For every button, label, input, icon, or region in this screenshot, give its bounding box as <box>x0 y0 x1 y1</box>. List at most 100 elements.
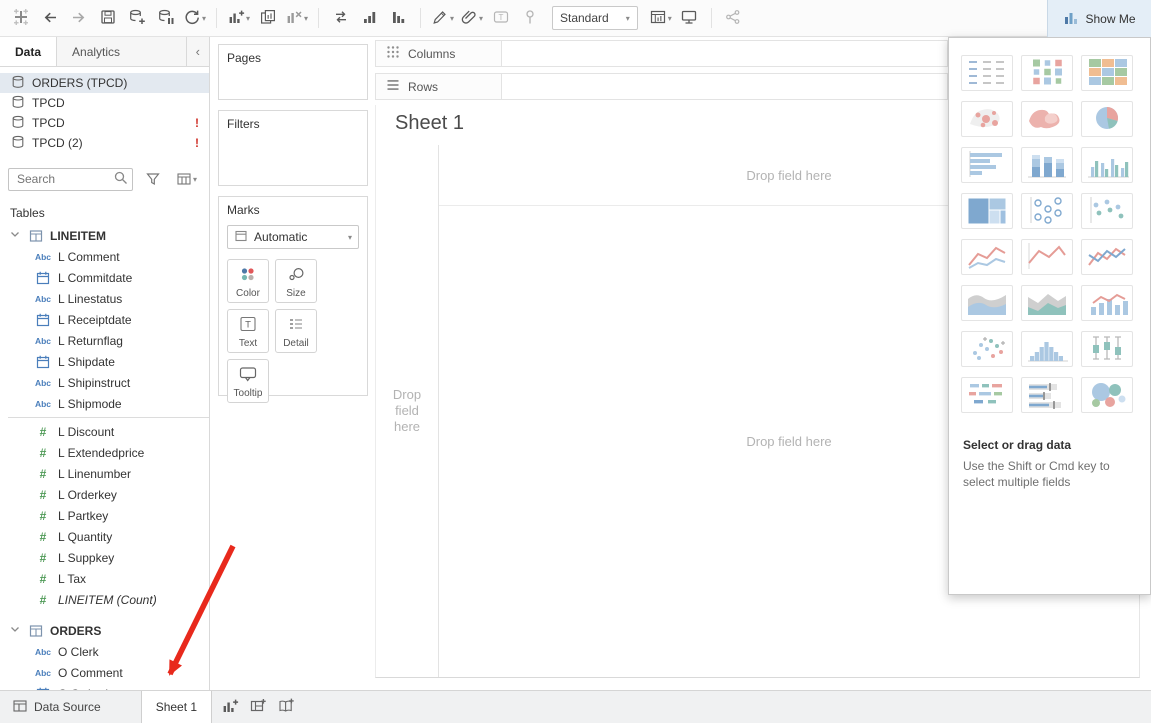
field-item[interactable]: #L Extendedprice <box>0 442 209 463</box>
filters-card[interactable]: Filters <box>218 110 368 186</box>
pages-card[interactable]: Pages <box>218 44 368 100</box>
sheet1-tab[interactable]: Sheet 1 <box>141 691 212 723</box>
showme-discrete-area[interactable] <box>1021 285 1073 321</box>
marks-text-button[interactable]: TText <box>227 309 269 353</box>
showme-dual-combination[interactable] <box>1081 285 1133 321</box>
showme-heat-map[interactable] <box>1021 55 1073 91</box>
swap-rows-columns-button[interactable] <box>328 4 353 32</box>
field-item[interactable]: #L Quantity <box>0 526 209 547</box>
showme-highlight-table[interactable] <box>1081 55 1133 91</box>
showme-circle-views[interactable] <box>1021 193 1073 229</box>
field-item[interactable]: #LINEITEM (Count) <box>0 589 209 610</box>
marks-tooltip-button[interactable]: Tooltip <box>227 359 269 403</box>
fix-axes-button[interactable] <box>517 4 542 32</box>
marks-size-button[interactable]: Size <box>275 259 317 303</box>
field-item[interactable]: AbcO Clerk <box>0 641 209 662</box>
showme-text-table[interactable] <box>961 55 1013 91</box>
undo-button[interactable] <box>37 4 62 32</box>
show-mark-labels-button[interactable]: T <box>488 4 513 32</box>
duplicate-button[interactable] <box>255 4 280 32</box>
field-item[interactable]: L Commitdate <box>0 267 209 288</box>
pause-auto-updates-button[interactable] <box>153 4 178 32</box>
showme-side-by-side-bars[interactable] <box>1081 147 1133 183</box>
tableau-logo-button[interactable] <box>8 4 33 32</box>
new-data-source-button[interactable] <box>124 4 149 32</box>
field-item[interactable]: #L Discount <box>0 421 209 442</box>
showme-gantt[interactable] <box>961 377 1013 413</box>
mark-type-dropdown[interactable]: Automatic ▾ <box>227 225 359 249</box>
showme-horizontal-bars[interactable] <box>961 147 1013 183</box>
field-item[interactable]: #L Suppkey <box>0 547 209 568</box>
tab-analytics[interactable]: Analytics <box>57 37 187 66</box>
highlight-button[interactable]: ▾ <box>430 4 455 32</box>
new-worksheet-button[interactable] <box>216 691 244 723</box>
clear-sheet-button[interactable]: ▾ <box>284 4 309 32</box>
expand-caret-icon[interactable] <box>8 227 22 244</box>
datasource-item[interactable]: TPCD! <box>0 113 209 133</box>
showme-packed-bubbles[interactable] <box>1081 377 1133 413</box>
field-item[interactable]: # L Orderkey <box>0 484 209 505</box>
field-label: L Orderkey <box>58 488 117 502</box>
columns-icon <box>385 44 401 63</box>
marks-color-button[interactable]: Color <box>227 259 269 303</box>
field-item[interactable]: AbcL Comment <box>0 246 209 267</box>
showme-discrete-lines[interactable] <box>1021 239 1073 275</box>
show-hide-cards-button[interactable]: ▾ <box>648 4 673 32</box>
group-members-button[interactable]: ▾ <box>459 4 484 32</box>
drop-zone-left[interactable]: Drop field here <box>376 145 438 677</box>
columns-shelf[interactable]: Columns <box>375 40 948 67</box>
fit-dropdown[interactable]: Standard▾ <box>552 6 638 30</box>
search-box[interactable] <box>8 168 133 191</box>
sort-ascending-button[interactable] <box>357 4 382 32</box>
share-button[interactable] <box>721 4 746 32</box>
showme-continuous-area[interactable] <box>961 285 1013 321</box>
field-item[interactable]: O Orderdate <box>0 683 209 690</box>
marks-detail-button[interactable]: Detail <box>275 309 317 353</box>
number-field-icon: # <box>32 488 54 502</box>
field-item[interactable]: L Shipdate <box>0 351 209 372</box>
rows-shelf[interactable]: Rows <box>375 73 948 100</box>
showme-histogram[interactable] <box>1021 331 1073 367</box>
expand-caret-icon[interactable] <box>8 622 22 639</box>
search-input[interactable] <box>15 171 113 187</box>
showme-side-by-side-circles[interactable] <box>1081 193 1133 229</box>
datasource-item[interactable]: TPCD <box>0 93 209 113</box>
showme-treemap[interactable] <box>961 193 1013 229</box>
showme-scatter-plot[interactable] <box>961 331 1013 367</box>
field-item[interactable]: L Receiptdate <box>0 309 209 330</box>
field-item[interactable]: AbcL Linestatus <box>0 288 209 309</box>
data-source-tab[interactable]: Data Source <box>0 691 113 723</box>
field-item[interactable]: AbcL Returnflag <box>0 330 209 351</box>
redo-button[interactable] <box>66 4 91 32</box>
field-item[interactable]: AbcO Comment <box>0 662 209 683</box>
run-update-button[interactable]: ▾ <box>182 4 207 32</box>
tab-data[interactable]: Data <box>0 37 57 66</box>
showme-symbol-map[interactable] <box>961 101 1013 137</box>
showme-dual-lines[interactable] <box>1081 239 1133 275</box>
field-item[interactable]: AbcL Shipmode <box>0 393 209 414</box>
new-dashboard-button[interactable] <box>244 691 272 723</box>
field-item[interactable]: AbcL Shipinstruct <box>0 372 209 393</box>
showme-box-and-whisker[interactable] <box>1081 331 1133 367</box>
new-story-button[interactable] <box>272 691 300 723</box>
showme-bullet-graph[interactable] <box>1021 377 1073 413</box>
table-node[interactable]: LINEITEM <box>0 225 209 246</box>
showme-filled-map[interactable] <box>1021 101 1073 137</box>
field-item[interactable]: #L Linenumber <box>0 463 209 484</box>
showme-continuous-lines[interactable] <box>961 239 1013 275</box>
collapse-pane-icon[interactable]: ‹ <box>187 37 209 66</box>
save-button[interactable] <box>95 4 120 32</box>
datasource-item[interactable]: ORDERS (TPCD) <box>0 73 209 93</box>
new-worksheet-button[interactable]: ▾ <box>226 4 251 32</box>
sort-descending-button[interactable] <box>386 4 411 32</box>
showme-stacked-bars[interactable] <box>1021 147 1073 183</box>
presentation-mode-button[interactable] <box>677 4 702 32</box>
filter-fields-icon[interactable] <box>140 165 165 193</box>
table-node[interactable]: ORDERS <box>0 620 209 641</box>
field-item[interactable]: #L Tax <box>0 568 209 589</box>
field-item[interactable]: #L Partkey <box>0 505 209 526</box>
show-me-button[interactable]: Show Me <box>1047 0 1151 37</box>
datasource-item[interactable]: TPCD (2)! <box>0 133 209 153</box>
showme-pie-chart[interactable] <box>1081 101 1133 137</box>
view-options-icon[interactable]: ▾ <box>174 165 199 193</box>
